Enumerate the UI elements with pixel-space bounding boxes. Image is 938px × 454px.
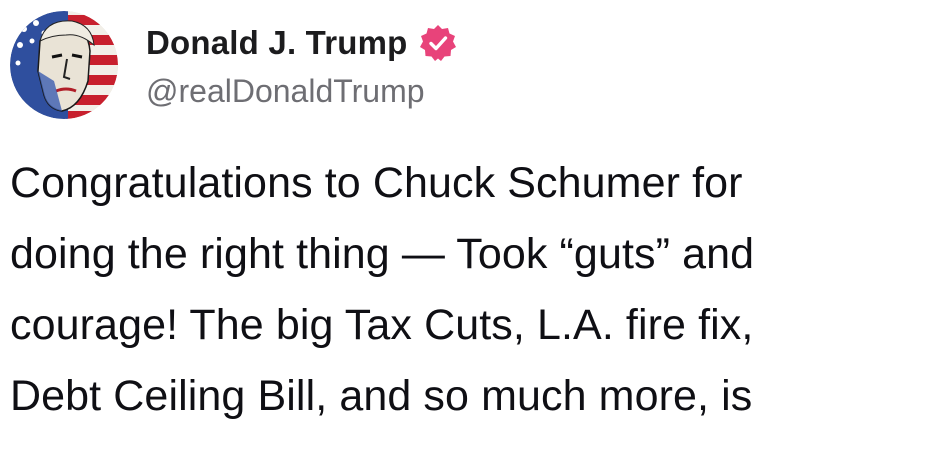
display-name[interactable]: Donald J. Trump [146,24,408,62]
post-body: Congratulations to Chuck Schumer for doi… [10,148,925,432]
post-text-line: courage! The big Tax Cuts, L.A. fire fix… [10,301,754,349]
post-text-line: doing the right thing — Took “guts” and [10,230,755,278]
name-row: Donald J. Trump [146,21,458,65]
post-text-line: Congratulations to Chuck Schumer for [10,159,743,207]
verified-badge-icon [418,23,458,63]
author-names: Donald J. Trump @realDonaldTrump [146,21,458,110]
post-card: Donald J. Trump @realDonaldTrump Congrat… [0,0,938,454]
handle[interactable]: @realDonaldTrump [146,73,458,110]
post-text-line: Debt Ceiling Bill, and so much more, is [10,372,753,420]
avatar[interactable] [10,11,118,119]
post-header: Donald J. Trump @realDonaldTrump [10,10,458,120]
